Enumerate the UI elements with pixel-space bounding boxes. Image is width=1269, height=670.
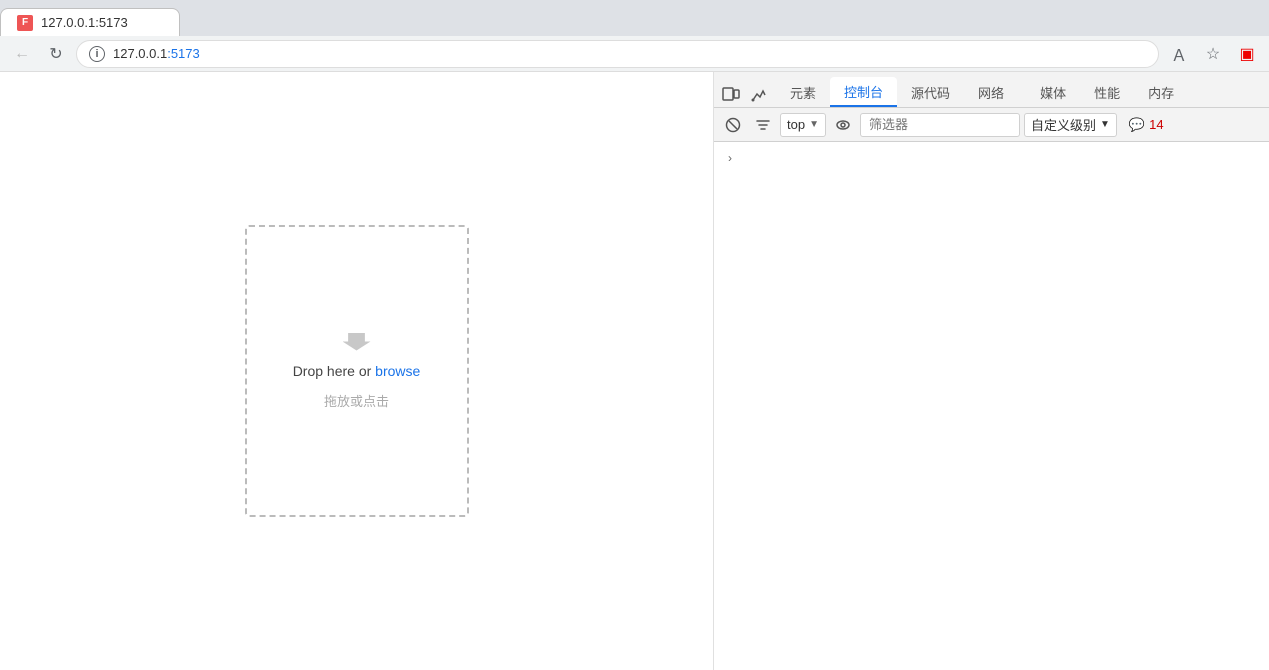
browse-link[interactable]: browse: [375, 363, 420, 379]
device-toggle-button[interactable]: [718, 81, 744, 107]
context-value: top: [787, 117, 805, 132]
tab-console[interactable]: 控制台: [830, 77, 897, 107]
address-text: 127.0.0.1:5173: [113, 46, 200, 61]
tab-memory[interactable]: 内存: [1134, 77, 1188, 107]
tab-sources[interactable]: 源代码: [897, 77, 964, 107]
info-label: i: [95, 48, 98, 60]
message-count[interactable]: 💬 14: [1121, 113, 1172, 137]
context-selector[interactable]: top ▼: [780, 113, 826, 137]
tab-media[interactable]: 媒体: [1026, 77, 1080, 107]
expand-sidebar-button[interactable]: ›: [722, 150, 738, 166]
active-tab[interactable]: F 127.0.0.1:5173: [0, 8, 180, 36]
browser-bar: ← ↻ i 127.0.0.1:5173 Ａ ☆ ▣: [0, 36, 1269, 72]
eye-button[interactable]: [830, 112, 856, 138]
drop-arrow-icon: [343, 333, 371, 351]
message-count-value: 14: [1149, 117, 1163, 132]
level-dropdown-arrow: ▼: [1100, 119, 1110, 130]
message-count-icon: 💬: [1129, 117, 1145, 133]
browser-chrome: F 127.0.0.1:5173 ← ↻ i 127.0.0.1:5173 Ａ …: [0, 0, 1269, 670]
devtools-toolbar: top ▼ 自定义级别 ▼ 💬 14: [714, 108, 1269, 142]
inspect-element-button[interactable]: [746, 81, 772, 107]
drop-zone[interactable]: Drop here or browse 拖放或点击: [245, 225, 469, 517]
address-bar[interactable]: i 127.0.0.1:5173: [76, 40, 1159, 68]
main-area: Drop here or browse 拖放或点击: [0, 72, 1269, 670]
level-label: 自定义级别: [1031, 115, 1096, 134]
tab-elements[interactable]: 元素: [776, 77, 830, 107]
drop-subtext: 拖放或点击: [324, 391, 389, 410]
context-dropdown-arrow: ▼: [809, 119, 819, 130]
devtools: 元素 控制台 源代码 网络 媒体 性能 内存: [714, 72, 1269, 670]
back-button[interactable]: ←: [8, 40, 36, 68]
devtools-content: ›: [714, 142, 1269, 670]
drop-text: Drop here or browse: [293, 363, 421, 379]
level-selector[interactable]: 自定义级别 ▼: [1024, 113, 1117, 137]
tab-title: 127.0.0.1:5173: [41, 15, 128, 30]
webpage: Drop here or browse 拖放或点击: [0, 72, 714, 670]
bookmark-button[interactable]: ☆: [1199, 40, 1227, 68]
refresh-button[interactable]: ↻: [42, 40, 70, 68]
clear-console-button[interactable]: [720, 112, 746, 138]
security-icon[interactable]: i: [89, 46, 105, 62]
tab-favicon: F: [17, 15, 33, 31]
filter-input[interactable]: [860, 113, 1020, 137]
filter-toggle-button[interactable]: [750, 112, 776, 138]
translate-button[interactable]: Ａ: [1165, 40, 1193, 68]
extensions-button[interactable]: ▣: [1233, 40, 1261, 68]
tab-network[interactable]: 网络: [964, 77, 1018, 107]
tab-performance[interactable]: 性能: [1080, 77, 1134, 107]
devtools-tabs: 元素 控制台 源代码 网络 媒体 性能 内存: [714, 72, 1269, 108]
tab-bar: F 127.0.0.1:5173: [0, 0, 1269, 36]
